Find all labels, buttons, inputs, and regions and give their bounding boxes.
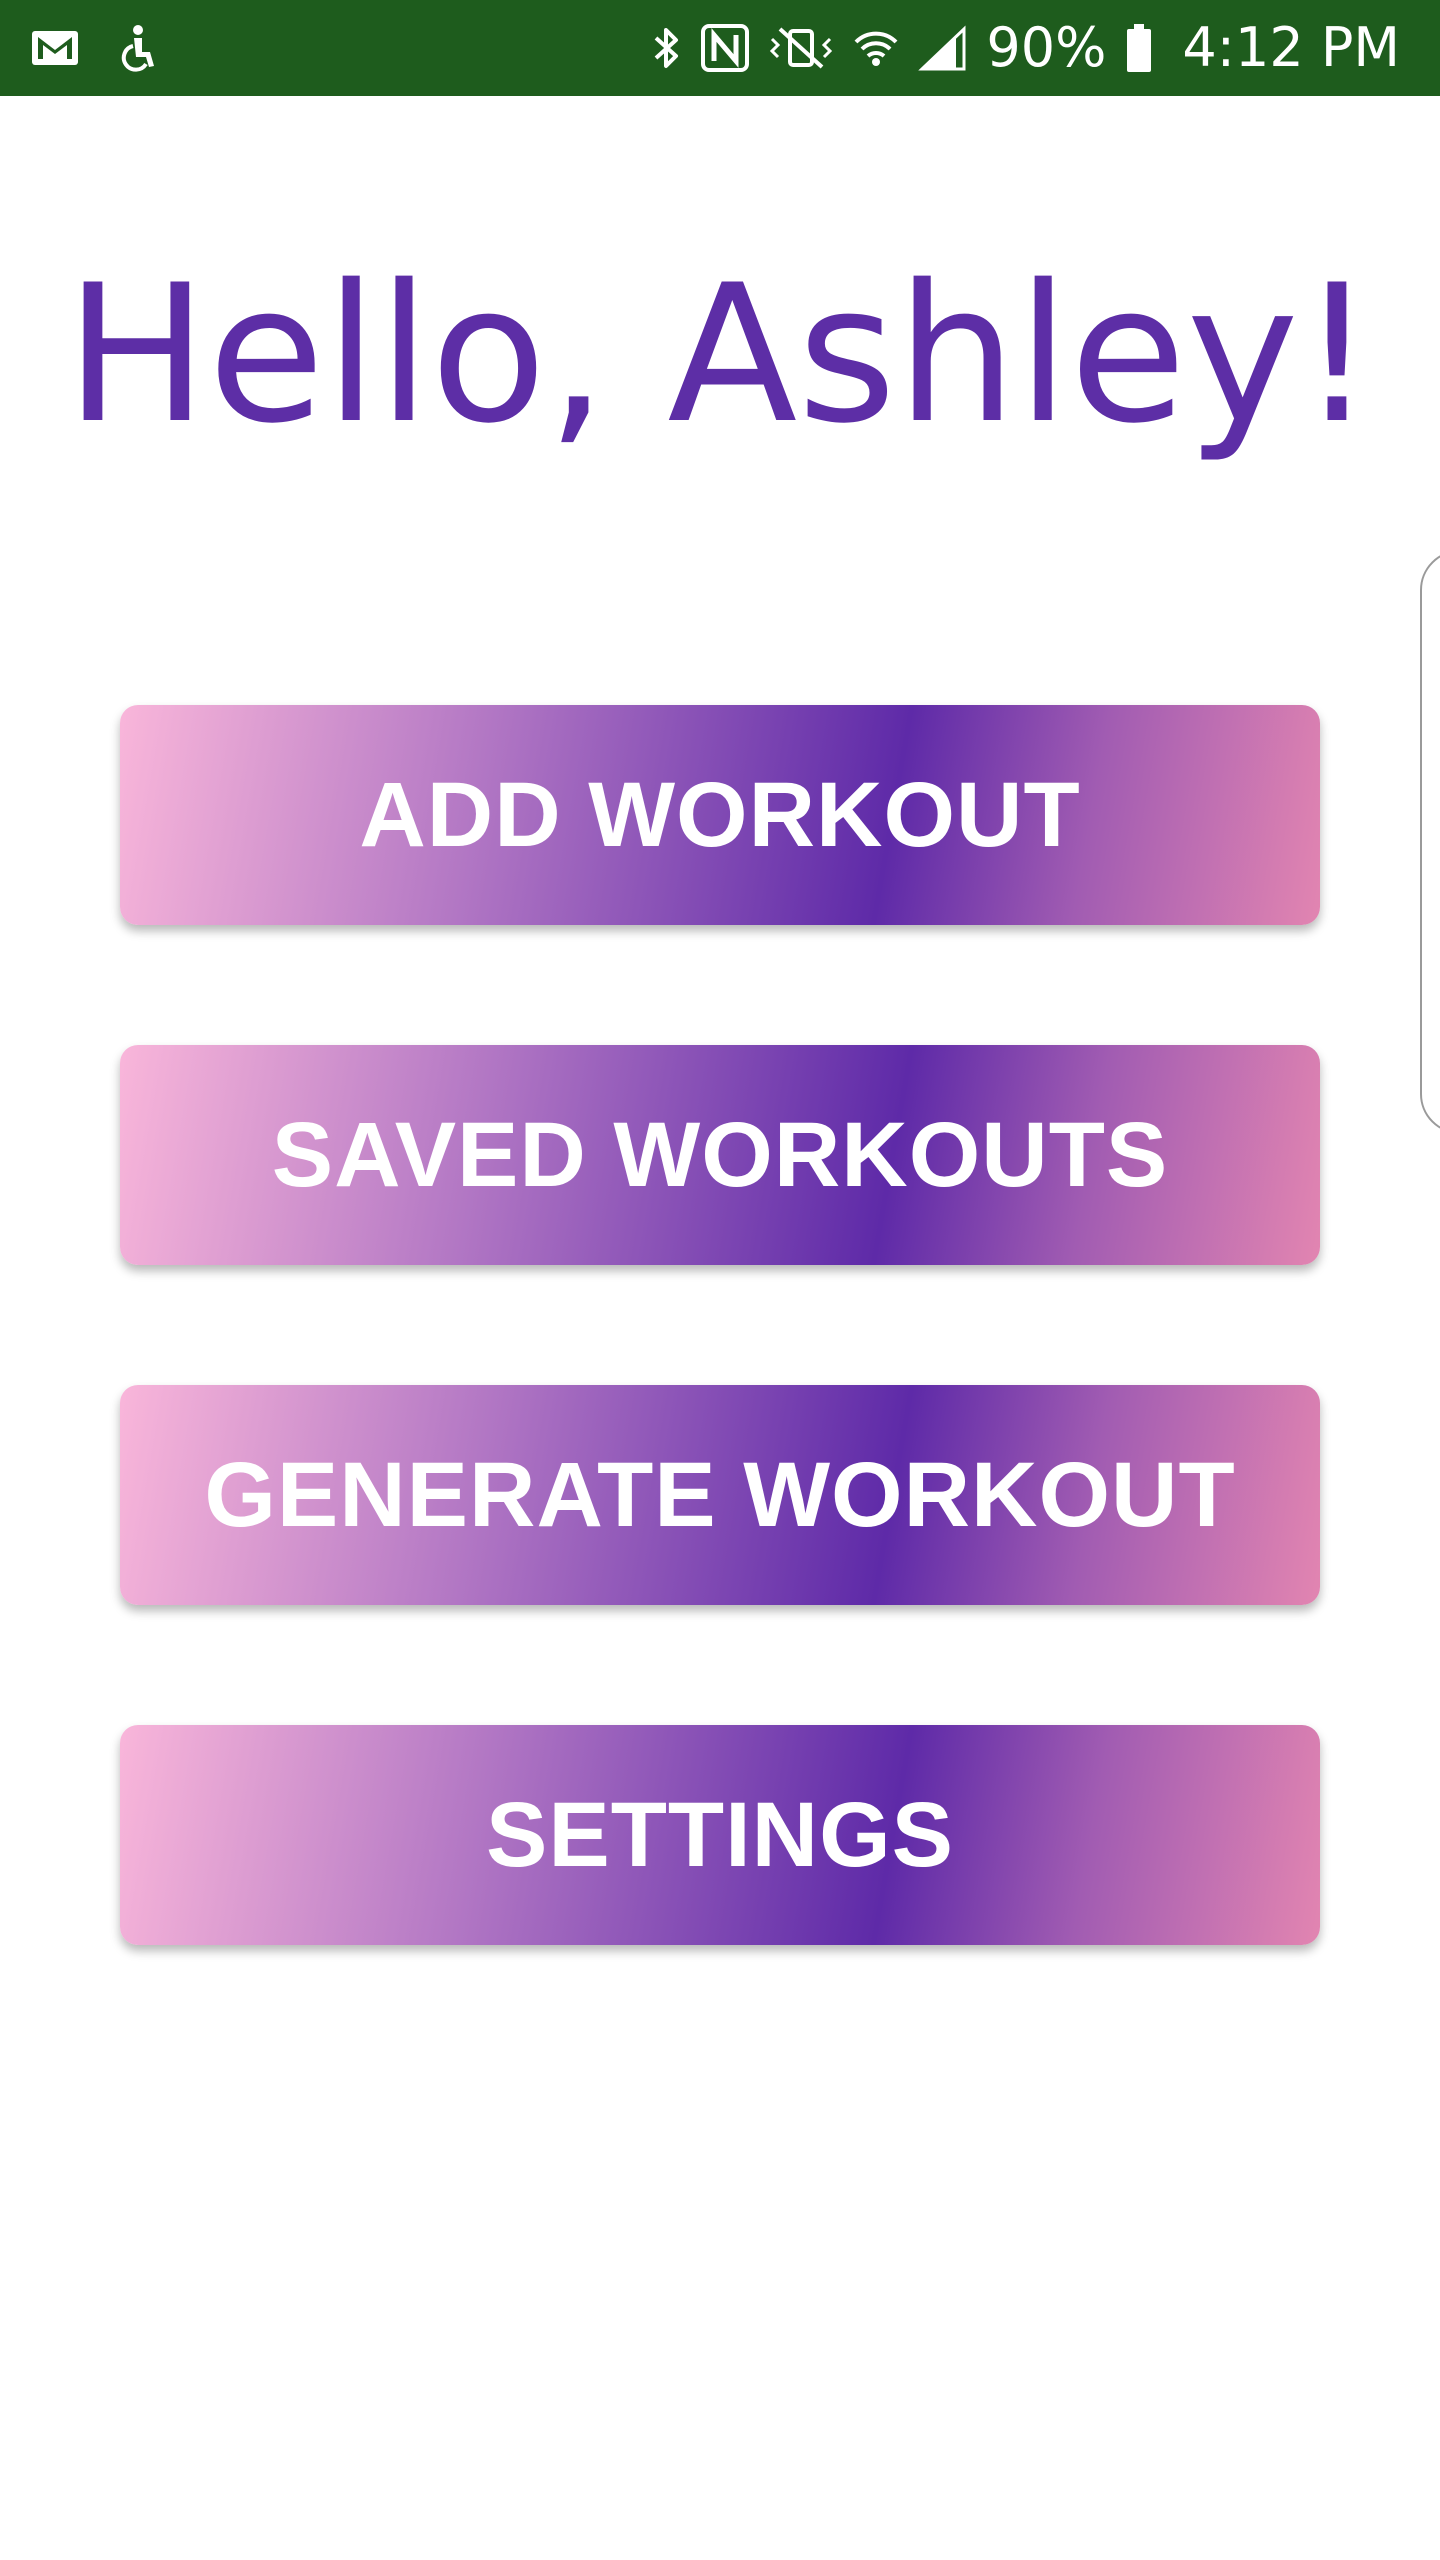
vibrate-mute-icon [768,25,834,71]
accessibility-icon [114,24,156,72]
status-bar-system: 90% 4:12 PM [650,0,1400,96]
add-workout-button[interactable]: ADD WORKOUT [120,705,1320,925]
wifi-icon [852,24,900,72]
generate-workout-button[interactable]: GENERATE WORKOUT [120,1385,1320,1605]
battery-percent: 90% [986,16,1107,79]
signal-icon [918,25,968,71]
greeting-title: Hello, Ashley! [64,244,1376,465]
battery-icon [1124,22,1154,74]
status-bar-notifications [30,0,156,96]
gmail-icon [30,28,80,68]
edge-panel-handle[interactable] [1420,550,1440,1134]
nfc-icon [700,23,750,73]
bluetooth-icon [650,24,682,72]
saved-workouts-button[interactable]: SAVED WORKOUTS [120,1045,1320,1265]
status-bar: 90% 4:12 PM [0,0,1440,96]
clock: 4:12 PM [1182,16,1400,79]
settings-button[interactable]: SETTINGS [120,1725,1320,1945]
